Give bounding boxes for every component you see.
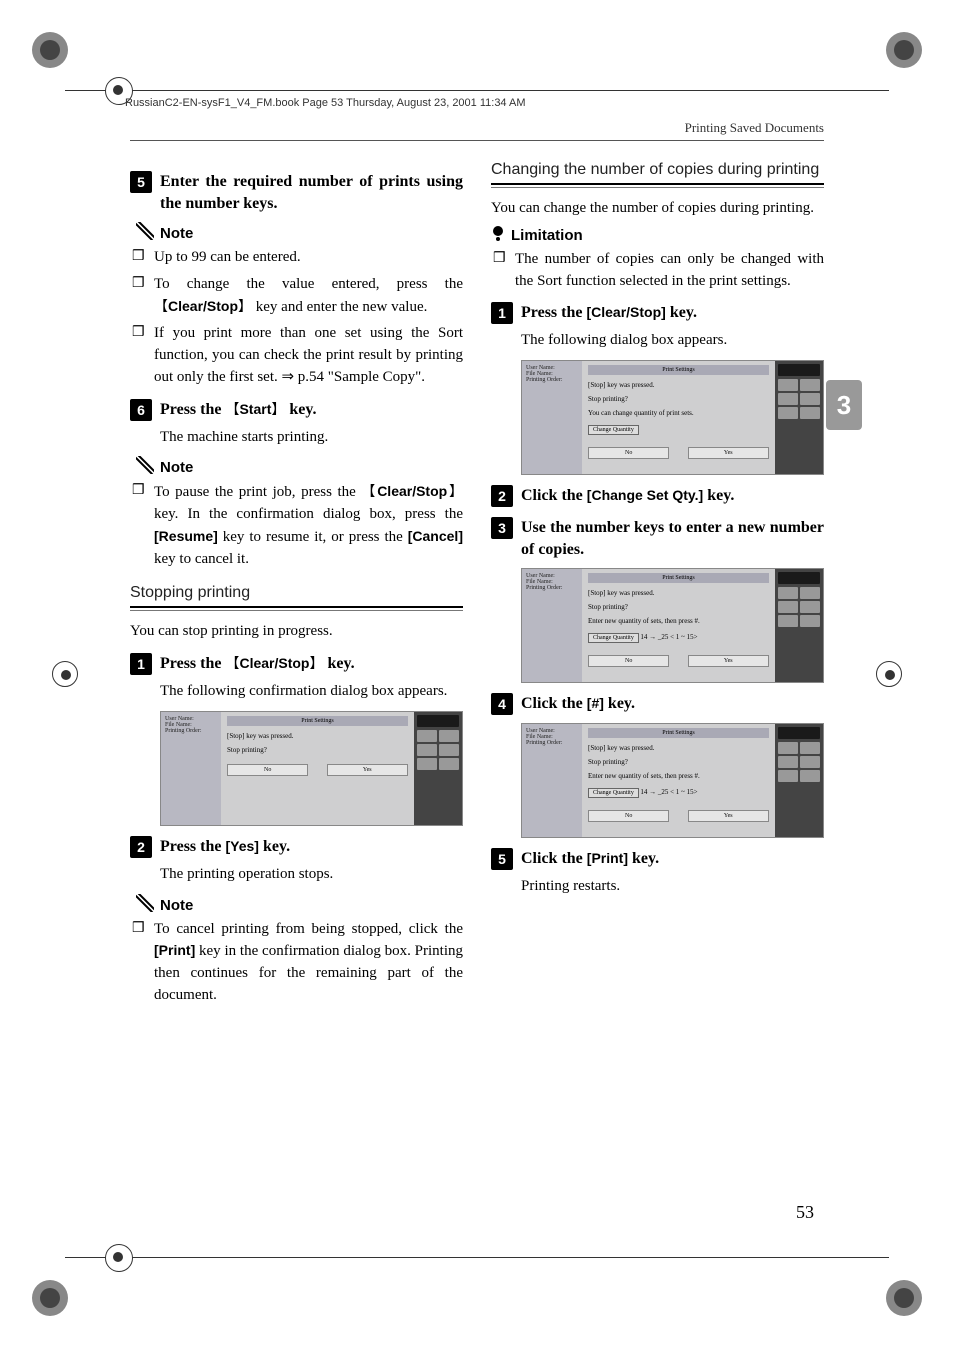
crop-target-icon: [876, 661, 902, 687]
step-5-text: Enter the required number of prints usin…: [160, 171, 463, 214]
step-6-body: The machine starts printing.: [160, 427, 463, 449]
print-key: Print: [587, 850, 628, 866]
limitation-list: The number of copies can only be changed…: [491, 249, 824, 293]
stopping-printing-heading: Stopping printing: [130, 584, 463, 602]
step-number-icon: 5: [130, 171, 152, 193]
stop-step-1-text: Press the Clear/Stop key.: [160, 653, 355, 675]
step-number-icon: 1: [130, 653, 152, 675]
hash-key: #: [587, 695, 604, 711]
section-header: Printing Saved Documents: [130, 120, 824, 141]
chg-step-1: 1 Press the Clear/Stop key.: [491, 302, 824, 324]
heading-rule: [491, 183, 824, 188]
step-6-text: Press the Start key.: [160, 399, 317, 421]
cancel-key: Cancel: [408, 528, 463, 544]
clear-stop-key: Clear/Stop: [586, 304, 665, 320]
chg-step-3: 3 Use the number keys to enter a new num…: [491, 517, 824, 560]
note-list: To cancel printing from being stopped, c…: [130, 919, 463, 1007]
step-number-icon: 4: [491, 693, 513, 715]
note-item: To change the value entered, press the C…: [154, 274, 463, 319]
change-set-qty-key: Change Set Qty.: [587, 487, 703, 503]
stop-step-2: 2 Press the Yes key.: [130, 836, 463, 858]
stop-step-1: 1 Press the Clear/Stop key.: [130, 653, 463, 675]
screenshot-sidebar: User Name: File Name: Printing Order:: [522, 569, 582, 682]
page-content: Printing Saved Documents 5 Enter the req…: [130, 120, 824, 1228]
crop-target-icon: [52, 661, 78, 687]
screenshot-counter: [775, 724, 823, 837]
chg-step-3-text: Use the number keys to enter a new numbe…: [521, 517, 824, 560]
chg-step-4: 4 Click the # key.: [491, 693, 824, 715]
screenshot-counter: [775, 569, 823, 682]
step-6: 6 Press the Start key.: [130, 399, 463, 421]
screenshot-counter: [414, 712, 462, 825]
screenshot-main: Print Settings [Stop] key was pressed. S…: [582, 569, 775, 682]
step-number-icon: 6: [130, 399, 152, 421]
chapter-tab: 3: [826, 380, 862, 430]
limitation-item: The number of copies can only be changed…: [515, 249, 824, 293]
screenshot-sidebar: User Name: File Name: Printing Order:: [522, 724, 582, 837]
note-heading: Note: [136, 894, 463, 914]
right-column: Changing the number of copies during pri…: [491, 161, 824, 1012]
print-key: Print: [154, 942, 195, 958]
crop-mark-icon: [884, 1278, 924, 1318]
start-key: Start: [225, 401, 285, 417]
clear-stop-key: Clear/Stop: [154, 298, 252, 314]
crop-line: [65, 90, 889, 91]
yes-key: Yes: [225, 838, 258, 854]
changing-copies-intro: You can change the number of copies duri…: [491, 198, 824, 220]
stop-step-2-body: The printing operation stops.: [160, 864, 463, 886]
step-number-icon: 5: [491, 848, 513, 870]
chg-step-4-text: Click the # key.: [521, 693, 635, 715]
note-item: To pause the print job, press the Clear/…: [154, 481, 463, 570]
clear-stop-key: Clear/Stop: [225, 655, 323, 671]
stop-step-1-body: The following confirmation dialog box ap…: [160, 681, 463, 703]
screenshot-sidebar: User Name: File Name: Printing Order:: [161, 712, 221, 825]
chg-step-5-text: Click the Print key.: [521, 848, 659, 870]
crop-line: [65, 1257, 889, 1258]
heading-rule: [130, 606, 463, 611]
chg-step-2: 2 Click the Change Set Qty. key.: [491, 485, 824, 507]
step-number-icon: 1: [491, 302, 513, 324]
stop-step-2-text: Press the Yes key.: [160, 836, 290, 858]
step-5: 5 Enter the required number of prints us…: [130, 171, 463, 214]
dialog-screenshot: User Name: File Name: Printing Order: Pr…: [160, 711, 463, 826]
note-list: To pause the print job, press the Clear/…: [130, 481, 463, 570]
chg-step-5-body: Printing restarts.: [521, 876, 824, 898]
screenshot-main: Print Settings [Stop] key was pressed. S…: [582, 361, 775, 474]
note-item: To cancel printing from being stopped, c…: [154, 919, 463, 1007]
left-column: 5 Enter the required number of prints us…: [130, 161, 463, 1012]
screenshot-counter: [775, 361, 823, 474]
dialog-screenshot: User Name: File Name: Printing Order: Pr…: [521, 723, 824, 838]
step-number-icon: 2: [130, 836, 152, 858]
page-number: 53: [796, 1202, 814, 1223]
step-number-icon: 3: [491, 517, 513, 539]
crop-mark-icon: [884, 30, 924, 70]
changing-copies-heading: Changing the number of copies during pri…: [491, 161, 824, 179]
note-item: Up to 99 can be entered.: [154, 247, 463, 269]
chg-step-2-text: Click the Change Set Qty. key.: [521, 485, 734, 507]
dialog-screenshot: User Name: File Name: Printing Order: Pr…: [521, 360, 824, 475]
stopping-intro: You can stop printing in progress.: [130, 621, 463, 643]
dialog-screenshot: User Name: File Name: Printing Order: Pr…: [521, 568, 824, 683]
chg-step-1-body: The following dialog box appears.: [521, 330, 824, 352]
note-heading: Note: [136, 222, 463, 242]
chg-step-5: 5 Click the Print key.: [491, 848, 824, 870]
book-header: RussianC2-EN-sysF1_V4_FM.book Page 53 Th…: [125, 97, 526, 109]
crop-mark-icon: [30, 1278, 70, 1318]
note-list: Up to 99 can be entered. To change the v…: [130, 247, 463, 389]
resume-key: Resume: [154, 528, 218, 544]
note-heading: Note: [136, 456, 463, 476]
clear-stop-key: Clear/Stop: [361, 483, 463, 499]
screenshot-main: Print Settings [Stop] key was pressed. S…: [221, 712, 414, 825]
limitation-heading: Limitation: [493, 226, 824, 244]
screenshot-main: Print Settings [Stop] key was pressed. S…: [582, 724, 775, 837]
crop-mark-icon: [30, 30, 70, 70]
note-item: If you print more than one set using the…: [154, 323, 463, 388]
step-number-icon: 2: [491, 485, 513, 507]
screenshot-sidebar: User Name: File Name: Printing Order:: [522, 361, 582, 474]
chg-step-1-text: Press the Clear/Stop key.: [521, 302, 697, 324]
